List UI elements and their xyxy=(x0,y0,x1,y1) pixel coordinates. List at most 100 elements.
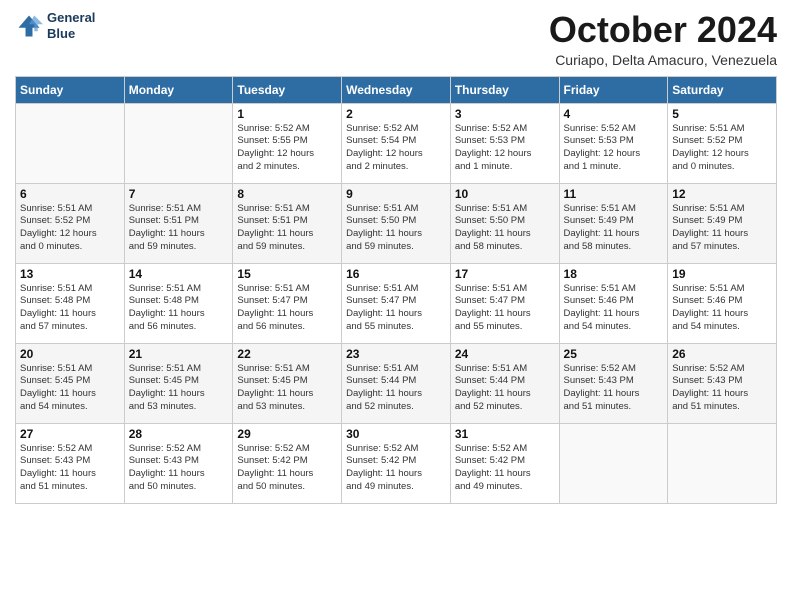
day-number: 7 xyxy=(129,187,229,201)
calendar-cell: 8 Sunrise: 5:51 AMSunset: 5:51 PMDaylight… xyxy=(233,183,342,263)
calendar-cell: 19Sunrise: 5:51 AMSunset: 5:46 PMDayligh… xyxy=(668,263,777,343)
day-info: Sunrise: 5:52 AMSunset: 5:54 PMDaylight:… xyxy=(346,123,446,174)
calendar-cell xyxy=(668,423,777,503)
calendar-cell: 28 Sunrise: 5:52 AMSunset: 5:43 PMDayligh… xyxy=(124,423,233,503)
day-number: 26 xyxy=(672,347,772,361)
calendar-cell: 3Sunrise: 5:52 AMSunset: 5:53 PMDaylight… xyxy=(450,103,559,183)
calendar-cell: 24Sunrise: 5:51 AMSunset: 5:44 PMDayligh… xyxy=(450,343,559,423)
calendar-cell: 12 Sunrise: 5:51 AMSunset: 5:49 PMDayligh… xyxy=(668,183,777,263)
day-info: Sunrise: 5:51 AMSunset: 5:44 PMDaylight:… xyxy=(346,363,446,414)
calendar-cell: 13 Sunrise: 5:51 AMSunset: 5:48 PMDayligh… xyxy=(16,263,125,343)
day-info: Sunrise: 5:52 AMSunset: 5:43 PMDaylight:… xyxy=(672,363,772,414)
weekday-header: Saturday xyxy=(668,76,777,103)
weekday-header: Thursday xyxy=(450,76,559,103)
calendar-cell: 2 Sunrise: 5:52 AMSunset: 5:54 PMDaylight… xyxy=(342,103,451,183)
calendar-table: SundayMondayTuesdayWednesdayThursdayFrid… xyxy=(15,76,777,504)
day-number: 11 xyxy=(564,187,664,201)
calendar-cell: 21Sunrise: 5:51 AMSunset: 5:45 PMDayligh… xyxy=(124,343,233,423)
logo: General Blue xyxy=(15,10,95,41)
calendar-cell: 7Sunrise: 5:51 AMSunset: 5:51 PMDaylight… xyxy=(124,183,233,263)
calendar-cell: 31 Sunrise: 5:52 AMSunset: 5:42 PMDayligh… xyxy=(450,423,559,503)
day-number: 20 xyxy=(20,347,120,361)
calendar-cell xyxy=(16,103,125,183)
day-number: 17 xyxy=(455,267,555,281)
calendar-cell: 23 Sunrise: 5:51 AMSunset: 5:44 PMDayligh… xyxy=(342,343,451,423)
calendar-cell: 17 Sunrise: 5:51 AMSunset: 5:47 PMDayligh… xyxy=(450,263,559,343)
day-info: Sunrise: 5:51 AMSunset: 5:52 PMDaylight:… xyxy=(672,123,772,174)
calendar-cell: 15Sunrise: 5:51 AMSunset: 5:47 PMDayligh… xyxy=(233,263,342,343)
day-info: Sunrise: 5:52 AMSunset: 5:43 PMDaylight:… xyxy=(564,363,664,414)
day-number: 5 xyxy=(672,107,772,121)
day-number: 2 xyxy=(346,107,446,121)
day-info: Sunrise: 5:51 AMSunset: 5:46 PMDaylight:… xyxy=(564,283,664,334)
calendar-cell: 29Sunrise: 5:52 AMSunset: 5:42 PMDayligh… xyxy=(233,423,342,503)
day-info: Sunrise: 5:52 AMSunset: 5:55 PMDaylight:… xyxy=(237,123,337,174)
calendar-cell: 6 Sunrise: 5:51 AMSunset: 5:52 PMDaylight… xyxy=(16,183,125,263)
day-number: 27 xyxy=(20,427,120,441)
calendar-cell: 26 Sunrise: 5:52 AMSunset: 5:43 PMDayligh… xyxy=(668,343,777,423)
calendar-cell: 14 Sunrise: 5:51 AMSunset: 5:48 PMDayligh… xyxy=(124,263,233,343)
day-number: 3 xyxy=(455,107,555,121)
day-number: 18 xyxy=(564,267,664,281)
day-number: 24 xyxy=(455,347,555,361)
day-info: Sunrise: 5:51 AMSunset: 5:50 PMDaylight:… xyxy=(455,203,555,254)
day-info: Sunrise: 5:51 AMSunset: 5:51 PMDaylight:… xyxy=(237,203,337,254)
day-number: 23 xyxy=(346,347,446,361)
logo-text: General Blue xyxy=(47,10,95,41)
calendar-week-row: 20 Sunrise: 5:51 AMSunset: 5:45 PMDayligh… xyxy=(16,343,777,423)
day-number: 31 xyxy=(455,427,555,441)
weekday-header: Tuesday xyxy=(233,76,342,103)
day-number: 16 xyxy=(346,267,446,281)
day-info: Sunrise: 5:51 AMSunset: 5:52 PMDaylight:… xyxy=(20,203,120,254)
day-number: 28 xyxy=(129,427,229,441)
day-number: 6 xyxy=(20,187,120,201)
day-info: Sunrise: 5:52 AMSunset: 5:42 PMDaylight:… xyxy=(346,443,446,494)
day-info: Sunrise: 5:52 AMSunset: 5:42 PMDaylight:… xyxy=(237,443,337,494)
day-number: 4 xyxy=(564,107,664,121)
day-info: Sunrise: 5:52 AMSunset: 5:43 PMDaylight:… xyxy=(129,443,229,494)
calendar-cell: 1 Sunrise: 5:52 AMSunset: 5:55 PMDaylight… xyxy=(233,103,342,183)
day-info: Sunrise: 5:51 AMSunset: 5:45 PMDaylight:… xyxy=(20,363,120,414)
calendar-week-row: 1 Sunrise: 5:52 AMSunset: 5:55 PMDaylight… xyxy=(16,103,777,183)
calendar-cell: 25 Sunrise: 5:52 AMSunset: 5:43 PMDayligh… xyxy=(559,343,668,423)
calendar-cell: 5 Sunrise: 5:51 AMSunset: 5:52 PMDaylight… xyxy=(668,103,777,183)
day-info: Sunrise: 5:51 AMSunset: 5:45 PMDaylight:… xyxy=(237,363,337,414)
weekday-header: Friday xyxy=(559,76,668,103)
calendar-cell: 20 Sunrise: 5:51 AMSunset: 5:45 PMDayligh… xyxy=(16,343,125,423)
day-info: Sunrise: 5:51 AMSunset: 5:48 PMDaylight:… xyxy=(20,283,120,334)
day-info: Sunrise: 5:51 AMSunset: 5:49 PMDaylight:… xyxy=(564,203,664,254)
calendar-cell: 18 Sunrise: 5:51 AMSunset: 5:46 PMDayligh… xyxy=(559,263,668,343)
weekday-header: Monday xyxy=(124,76,233,103)
calendar-week-row: 27 Sunrise: 5:52 AMSunset: 5:43 PMDayligh… xyxy=(16,423,777,503)
calendar-cell: 22 Sunrise: 5:51 AMSunset: 5:45 PMDayligh… xyxy=(233,343,342,423)
day-number: 10 xyxy=(455,187,555,201)
day-info: Sunrise: 5:52 AMSunset: 5:53 PMDaylight:… xyxy=(564,123,664,174)
day-info: Sunrise: 5:51 AMSunset: 5:47 PMDaylight:… xyxy=(455,283,555,334)
day-number: 19 xyxy=(672,267,772,281)
day-number: 15 xyxy=(237,267,337,281)
day-number: 14 xyxy=(129,267,229,281)
calendar-cell xyxy=(559,423,668,503)
calendar-cell xyxy=(124,103,233,183)
day-number: 22 xyxy=(237,347,337,361)
day-number: 25 xyxy=(564,347,664,361)
page-header: General Blue October 2024 Curiapo, Delta… xyxy=(15,10,777,68)
weekday-header: Wednesday xyxy=(342,76,451,103)
day-number: 21 xyxy=(129,347,229,361)
day-number: 12 xyxy=(672,187,772,201)
day-number: 8 xyxy=(237,187,337,201)
day-info: Sunrise: 5:51 AMSunset: 5:49 PMDaylight:… xyxy=(672,203,772,254)
day-number: 13 xyxy=(20,267,120,281)
day-info: Sunrise: 5:51 AMSunset: 5:48 PMDaylight:… xyxy=(129,283,229,334)
calendar-header-row: SundayMondayTuesdayWednesdayThursdayFrid… xyxy=(16,76,777,103)
day-number: 1 xyxy=(237,107,337,121)
day-info: Sunrise: 5:52 AMSunset: 5:42 PMDaylight:… xyxy=(455,443,555,494)
calendar-cell: 11 Sunrise: 5:51 AMSunset: 5:49 PMDayligh… xyxy=(559,183,668,263)
calendar-cell: 4 Sunrise: 5:52 AMSunset: 5:53 PMDaylight… xyxy=(559,103,668,183)
logo-icon xyxy=(15,12,43,40)
location-subtitle: Curiapo, Delta Amacuro, Venezuela xyxy=(549,52,777,68)
calendar-cell: 9Sunrise: 5:51 AMSunset: 5:50 PMDaylight… xyxy=(342,183,451,263)
month-title: October 2024 xyxy=(549,10,777,50)
day-info: Sunrise: 5:51 AMSunset: 5:50 PMDaylight:… xyxy=(346,203,446,254)
calendar-cell: 10 Sunrise: 5:51 AMSunset: 5:50 PMDayligh… xyxy=(450,183,559,263)
